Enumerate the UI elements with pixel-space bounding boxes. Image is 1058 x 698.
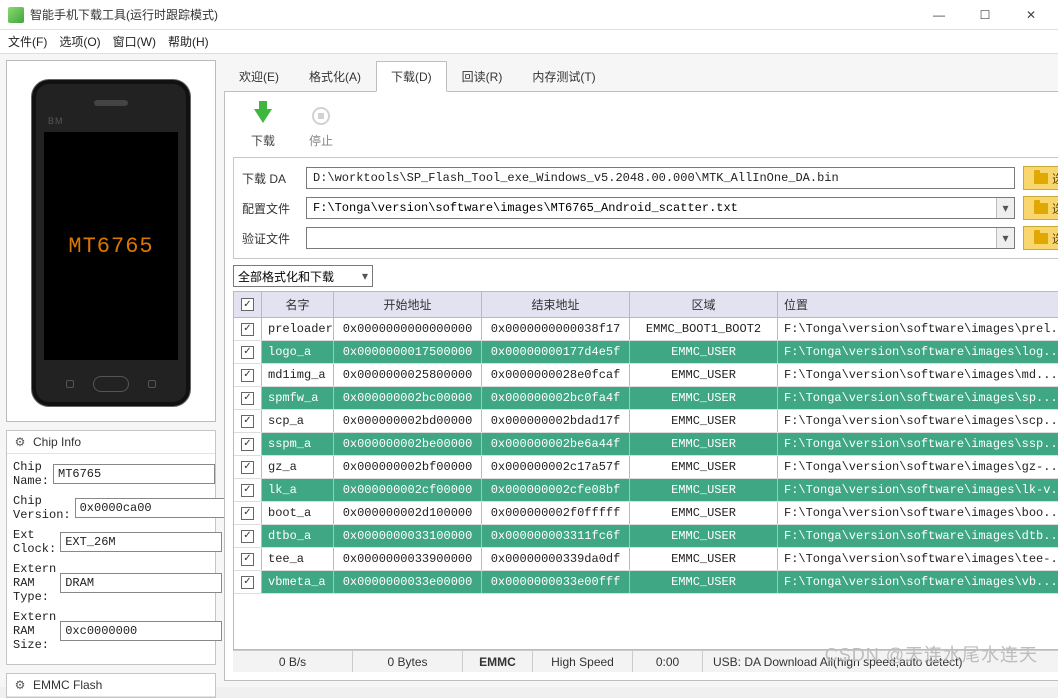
table-row[interactable]: ✓preloader0x00000000000000000x0000000000… bbox=[234, 318, 1058, 341]
menu-file[interactable]: 文件(F) bbox=[8, 33, 47, 50]
table-row[interactable]: ✓lk_a0x000000002cf000000x000000002cfe08b… bbox=[234, 479, 1058, 502]
download-button[interactable]: 下载 bbox=[249, 102, 277, 149]
row-checkbox[interactable]: ✓ bbox=[241, 553, 254, 566]
app-icon bbox=[8, 7, 24, 23]
table-row[interactable]: ✓logo_a0x00000000175000000x00000000177d4… bbox=[234, 341, 1058, 364]
col-start[interactable]: 开始地址 bbox=[334, 292, 482, 317]
folder-icon bbox=[1034, 173, 1048, 184]
choose-da-button[interactable]: 选择 bbox=[1023, 166, 1058, 190]
status-rate: 0 B/s bbox=[233, 651, 353, 672]
download-arrow-icon bbox=[249, 102, 277, 130]
tab-format[interactable]: 格式化(A) bbox=[294, 61, 376, 92]
chip-info-panel: ⚙ Chip Info Chip Name: Chip Version: Ext… bbox=[6, 430, 216, 665]
status-bar: 0 B/s 0 Bytes EMMC High Speed 0:00 USB: … bbox=[233, 650, 1058, 672]
table-row[interactable]: ✓boot_a0x000000002d1000000x000000002f0ff… bbox=[234, 502, 1058, 525]
table-row[interactable]: ✓md1img_a0x00000000258000000x0000000028e… bbox=[234, 364, 1058, 387]
table-row[interactable]: ✓scp_a0x000000002bd000000x000000002bdad1… bbox=[234, 410, 1058, 433]
chevron-down-icon[interactable]: ▾ bbox=[996, 228, 1014, 248]
folder-icon bbox=[1034, 203, 1048, 214]
tab-memtest[interactable]: 内存测试(T) bbox=[517, 61, 610, 92]
window-title: 智能手机下载工具(运行时跟踪模式) bbox=[30, 6, 916, 23]
ext-clock-field[interactable] bbox=[60, 532, 222, 552]
row-checkbox[interactable]: ✓ bbox=[241, 507, 254, 520]
close-button[interactable]: ✕ bbox=[1008, 0, 1054, 30]
verify-path-input[interactable] bbox=[307, 228, 996, 248]
status-usb: USB: DA Download All(high speed,auto det… bbox=[703, 651, 1058, 672]
gear-icon: ⚙ bbox=[13, 678, 27, 692]
ram-type-field[interactable] bbox=[60, 573, 222, 593]
row-checkbox[interactable]: ✓ bbox=[241, 346, 254, 359]
tabs: 欢迎(E) 格式化(A) 下载(D) 回读(R) 内存测试(T) bbox=[224, 60, 1058, 92]
phone-preview: BM MT6765 bbox=[6, 60, 216, 422]
row-checkbox[interactable]: ✓ bbox=[241, 323, 254, 336]
table-row[interactable]: ✓gz_a0x000000002bf000000x000000002c17a57… bbox=[234, 456, 1058, 479]
menu-help[interactable]: 帮助(H) bbox=[168, 33, 209, 50]
status-storage: EMMC bbox=[463, 651, 533, 672]
tab-welcome[interactable]: 欢迎(E) bbox=[224, 61, 294, 92]
tab-download[interactable]: 下载(D) bbox=[376, 61, 447, 92]
stop-icon bbox=[307, 102, 335, 130]
table-row[interactable]: ✓sspm_a0x000000002be000000x000000002be6a… bbox=[234, 433, 1058, 456]
table-row[interactable]: ✓vbmeta_a0x0000000033e000000x0000000033e… bbox=[234, 571, 1058, 594]
table-row[interactable]: ✓dtbo_a0x00000000331000000x000000003311f… bbox=[234, 525, 1058, 548]
menu-bar: 文件(F) 选项(O) 窗口(W) 帮助(H) bbox=[0, 30, 1058, 54]
row-checkbox[interactable]: ✓ bbox=[241, 415, 254, 428]
ram-size-field[interactable] bbox=[60, 621, 222, 641]
status-speed: High Speed bbox=[533, 651, 633, 672]
col-name[interactable]: 名字 bbox=[262, 292, 334, 317]
choose-scatter-button[interactable]: 选择 bbox=[1023, 196, 1058, 220]
select-all-checkbox[interactable]: ✓ bbox=[241, 298, 254, 311]
row-checkbox[interactable]: ✓ bbox=[241, 392, 254, 405]
chevron-down-icon: ▾ bbox=[362, 269, 368, 283]
col-end[interactable]: 结束地址 bbox=[482, 292, 630, 317]
folder-icon bbox=[1034, 233, 1048, 244]
gear-icon: ⚙ bbox=[13, 435, 27, 449]
table-row[interactable]: ✓spmfw_a0x000000002bc000000x000000002bc0… bbox=[234, 387, 1058, 410]
row-checkbox[interactable]: ✓ bbox=[241, 576, 254, 589]
maximize-button[interactable]: ☐ bbox=[962, 0, 1008, 30]
col-region[interactable]: 区域 bbox=[630, 292, 778, 317]
stop-button[interactable]: 停止 bbox=[307, 102, 335, 149]
chip-name-field[interactable] bbox=[53, 464, 215, 484]
status-bytes: 0 Bytes bbox=[353, 651, 463, 672]
menu-window[interactable]: 窗口(W) bbox=[113, 33, 156, 50]
da-path-input[interactable] bbox=[306, 167, 1015, 189]
title-bar: 智能手机下载工具(运行时跟踪模式) — ☐ ✕ bbox=[0, 0, 1058, 30]
row-checkbox[interactable]: ✓ bbox=[241, 461, 254, 474]
tab-readback[interactable]: 回读(R) bbox=[447, 61, 518, 92]
col-location[interactable]: 位置 bbox=[778, 292, 1058, 317]
scatter-path-input[interactable] bbox=[307, 198, 996, 218]
row-checkbox[interactable]: ✓ bbox=[241, 369, 254, 382]
action-select[interactable]: 全部格式化和下载▾ bbox=[233, 265, 373, 287]
row-checkbox[interactable]: ✓ bbox=[241, 438, 254, 451]
table-row[interactable]: ✓tee_a0x00000000339000000x00000000339da0… bbox=[234, 548, 1058, 571]
minimize-button[interactable]: — bbox=[916, 0, 962, 30]
emmc-panel: ⚙ EMMC Flash bbox=[6, 673, 216, 698]
row-checkbox[interactable]: ✓ bbox=[241, 484, 254, 497]
choose-verify-button[interactable]: 选择 bbox=[1023, 226, 1058, 250]
partition-table: ✓ 名字 开始地址 结束地址 区域 位置 ✓preloader0x0000000… bbox=[233, 291, 1058, 650]
menu-options[interactable]: 选项(O) bbox=[59, 33, 100, 50]
status-time: 0:00 bbox=[633, 651, 703, 672]
row-checkbox[interactable]: ✓ bbox=[241, 530, 254, 543]
chevron-down-icon[interactable]: ▾ bbox=[996, 198, 1014, 218]
chip-version-field[interactable] bbox=[75, 498, 237, 518]
chip-label: MT6765 bbox=[68, 234, 153, 259]
